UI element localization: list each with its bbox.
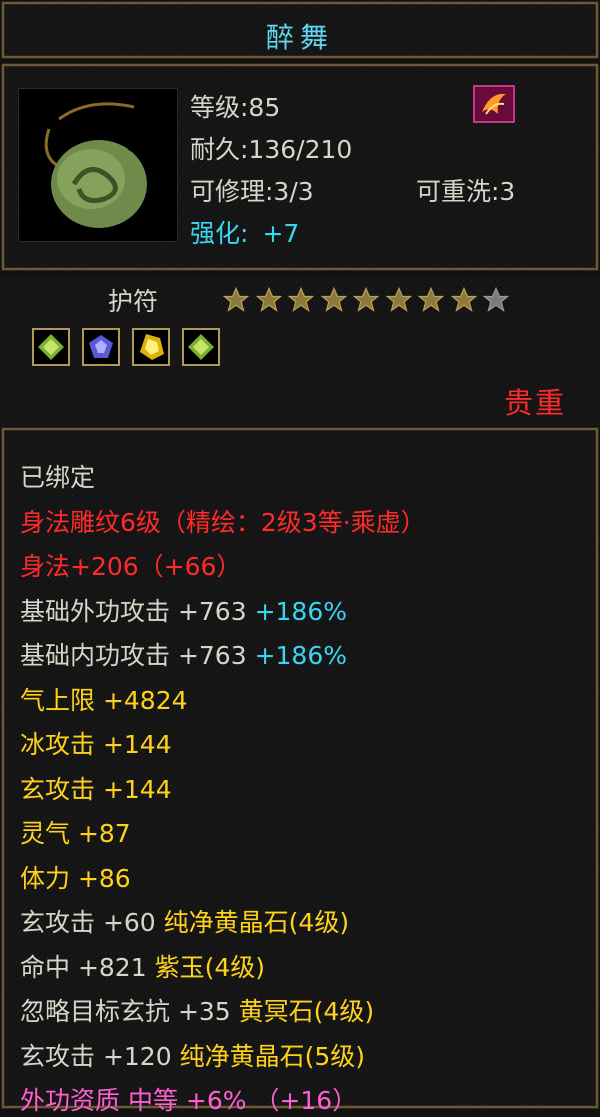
star-filled-icon — [287, 286, 315, 312]
star-filled-icon — [222, 286, 250, 312]
star-filled-icon — [385, 286, 412, 312]
attribute-line: 身法雕纹6级（精绘：2级3等·乘虚） — [20, 503, 426, 539]
attribute-line: 灵气 +87 — [20, 814, 131, 850]
attribute-line: 玄攻击 +120 纯净黄晶石(5级) — [20, 1037, 365, 1073]
green-gem-icon — [32, 328, 70, 366]
star-filled-icon — [450, 286, 477, 312]
attribute-line: 玄攻击 +60 纯净黄晶石(4级) — [20, 903, 349, 939]
attribute-text: 忽略目标玄抗 +35 — [20, 997, 239, 1026]
class-emblem-icon — [472, 84, 516, 124]
attribute-line: 外功资质 中等 +6% （+16） — [20, 1081, 357, 1117]
attribute-line: 基础外功攻击 +763 +186% — [20, 592, 347, 628]
attribute-text: 纯净黄晶石(4级) — [163, 908, 350, 937]
attribute-text: 玄攻击 +60 — [20, 908, 164, 937]
enhance-label: 强化: — [190, 219, 249, 248]
green-gem-icon — [182, 328, 220, 366]
attribute-text: 外功资质 中等 +6% （+16） — [20, 1086, 358, 1115]
attribute-text: 身法雕纹6级（精绘：2级3等·乘虚） — [20, 507, 426, 537]
enhance-value: +7 — [262, 219, 300, 248]
attribute-line: 命中 +821 紫玉(4级) — [20, 948, 265, 984]
item-level: 等级:85 — [190, 93, 281, 122]
star-filled-icon — [417, 286, 445, 312]
attribute-line: 冰攻击 +144 — [20, 725, 172, 761]
durability: 耐久:136/210 — [190, 135, 353, 164]
quality-label: 贵重 — [504, 386, 567, 420]
attribute-text: 基础外功攻击 +763 — [20, 596, 255, 626]
blue-gem-icon — [82, 328, 120, 366]
attribute-text: 基础内功攻击 +763 — [20, 641, 255, 670]
attribute-line: 气上限 +4824 — [20, 681, 188, 717]
star-filled-icon — [320, 286, 347, 312]
repair-count: 可修理:3/3 — [190, 177, 314, 206]
attribute-text: 已绑定 — [20, 463, 96, 492]
star-rating — [222, 286, 515, 318]
attribute-line: 已绑定 — [20, 458, 95, 494]
attribute-text: 身法+206（+66） — [20, 552, 242, 581]
attribute-text: 黄冥石(4级) — [238, 997, 375, 1026]
yellow-gem-icon — [132, 328, 170, 366]
attribute-text: 灵气 +87 — [20, 819, 131, 848]
star-empty-icon — [482, 286, 510, 312]
star-filled-icon — [352, 286, 380, 312]
attribute-line: 体力 +86 — [20, 859, 131, 895]
attribute-line: 忽略目标玄抗 +35 黄冥石(4级) — [20, 992, 374, 1028]
attribute-text: 命中 +821 — [20, 952, 155, 982]
attribute-text: 紫玉(4级) — [154, 952, 265, 982]
star-filled-icon — [255, 286, 282, 312]
attribute-text: 冰攻击 +144 — [20, 730, 172, 759]
attribute-text: 玄攻击 +120 — [20, 1041, 180, 1071]
attribute-text: +186% — [254, 596, 347, 626]
attribute-text: 气上限 +4824 — [20, 685, 188, 715]
amulet-icon — [18, 88, 178, 242]
rewash-count: 可重洗:3 — [416, 177, 516, 206]
enhance-level: 强化: +7 — [190, 214, 299, 250]
attribute-line: 玄攻击 +144 — [20, 770, 172, 806]
item-type: 护符 — [108, 287, 159, 316]
attribute-text: 体力 +86 — [20, 863, 131, 893]
attribute-line: 身法+206（+66） — [20, 547, 241, 583]
item-name: 醉舞 — [265, 21, 334, 54]
attribute-text: 玄攻击 +144 — [20, 774, 172, 804]
title-bar: 醉舞 — [2, 2, 598, 58]
attribute-text: +186% — [254, 641, 347, 670]
attribute-line: 基础内功攻击 +763 +186% — [20, 636, 347, 672]
attribute-text: 纯净黄晶石(5级) — [179, 1041, 365, 1071]
